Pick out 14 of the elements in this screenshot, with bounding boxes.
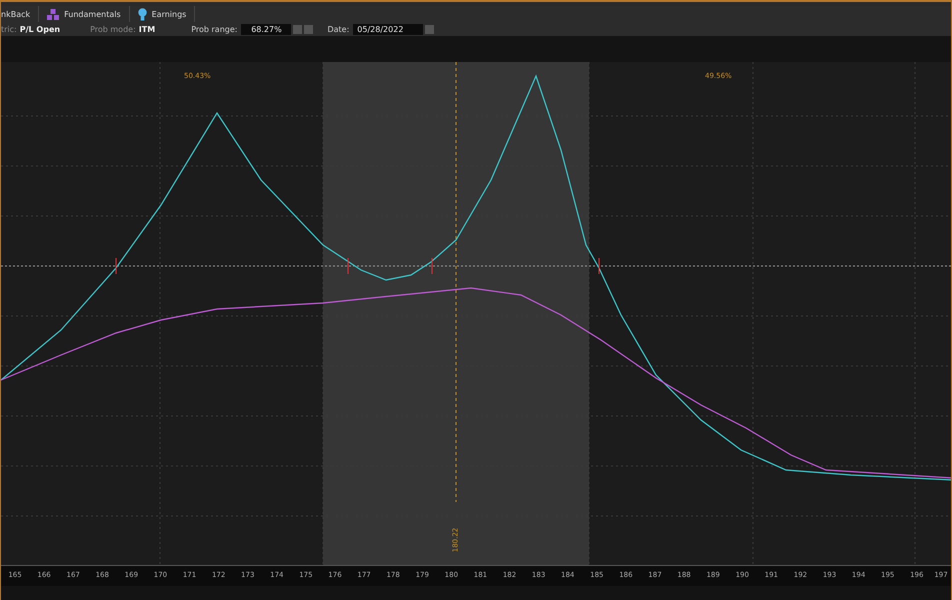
lightbulb-icon <box>138 8 147 20</box>
breakeven-tick <box>598 258 600 274</box>
spinner-icon[interactable] <box>293 24 302 34</box>
prob-range-label: Prob range: <box>191 24 238 34</box>
metric-label: tric: <box>1 24 17 34</box>
prob-mode-label: Prob mode: <box>90 24 136 34</box>
spinner-icon[interactable] <box>425 24 434 34</box>
prob-mode-value[interactable]: ITM <box>138 24 156 34</box>
prob-range-field[interactable]: 68.27% <box>241 24 292 34</box>
dropdown-icon[interactable] <box>304 24 314 34</box>
date-field[interactable]: 05/28/2022 <box>353 24 424 34</box>
date-label: Date: <box>327 24 350 34</box>
metric-value[interactable]: P/L Open <box>20 24 60 34</box>
blocks-icon <box>47 8 60 20</box>
